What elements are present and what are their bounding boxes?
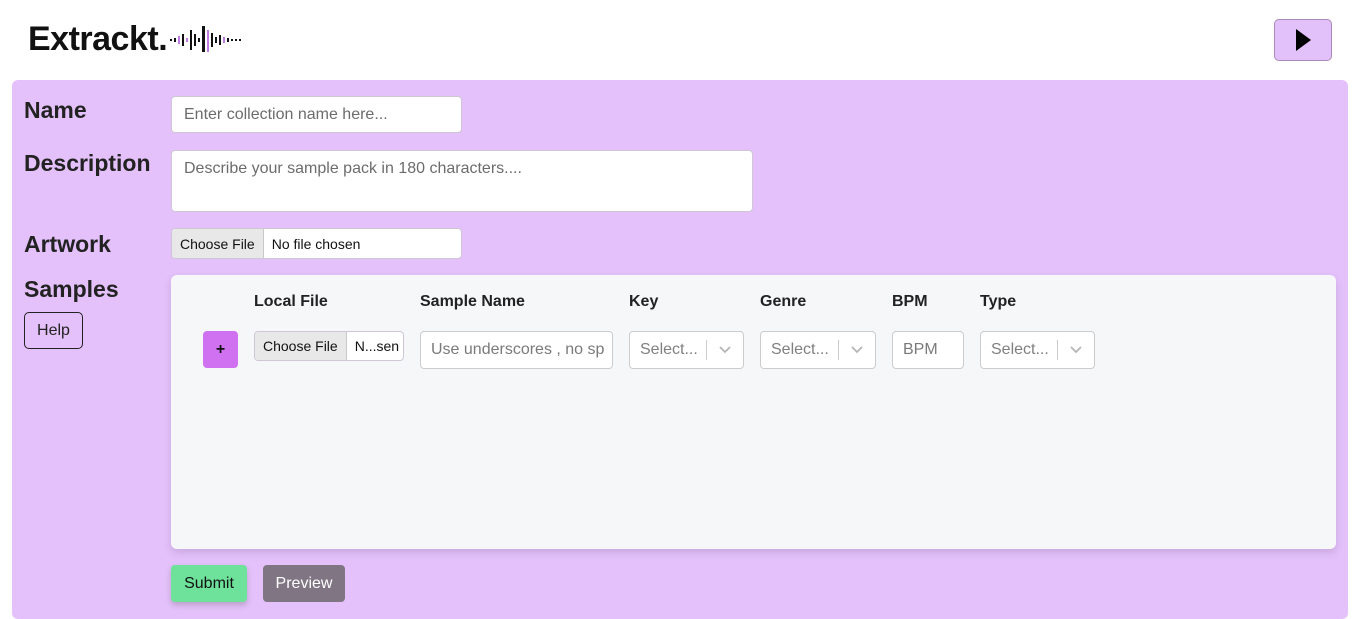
type-select[interactable]: Select...	[980, 331, 1095, 369]
artwork-choose-file-button[interactable]: Choose File	[172, 229, 264, 258]
sample-choose-file-button[interactable]: Choose File	[255, 332, 347, 360]
samples-label: Samples	[24, 276, 119, 302]
artwork-file-input[interactable]: Choose File No file chosen	[171, 228, 462, 259]
sample-file-status: N...sen	[354, 338, 400, 354]
collection-form: Name Description Artwork Choose File No …	[12, 80, 1348, 619]
type-select-value: Select...	[991, 341, 1049, 358]
column-sample-name: Sample Name	[420, 293, 525, 310]
sample-name-input[interactable]: Use underscores , no sp	[420, 331, 613, 369]
column-genre: Genre	[760, 293, 807, 310]
samples-table: Local File Sample Name Key Genre BPM Typ…	[171, 275, 1336, 549]
submit-button[interactable]: Submit	[171, 565, 247, 602]
column-key: Key	[629, 293, 659, 310]
add-sample-button[interactable]: +	[203, 331, 238, 368]
description-textarea[interactable]	[171, 150, 753, 212]
help-button[interactable]: Help	[24, 312, 83, 349]
preview-button[interactable]: Preview	[263, 565, 345, 602]
brand-title: Extrackt.	[28, 20, 168, 58]
description-label: Description	[24, 150, 151, 176]
waveform-icon	[170, 26, 241, 52]
bpm-placeholder: BPM	[903, 341, 938, 358]
key-select-value: Select...	[640, 341, 698, 358]
play-icon	[1296, 29, 1311, 51]
chevron-down-icon[interactable]	[1058, 345, 1094, 355]
artwork-label: Artwork	[24, 231, 111, 257]
name-label: Name	[24, 97, 87, 123]
column-bpm: BPM	[892, 293, 928, 310]
column-local-file: Local File	[254, 293, 328, 310]
play-button[interactable]	[1274, 19, 1332, 61]
bpm-input[interactable]: BPM	[892, 331, 964, 369]
key-select[interactable]: Select...	[629, 331, 744, 369]
column-type: Type	[980, 293, 1017, 310]
top-bar: Extrackt.	[0, 0, 1360, 80]
collection-name-input[interactable]	[171, 96, 462, 133]
sample-name-placeholder: Use underscores , no sp	[431, 341, 605, 358]
genre-select[interactable]: Select...	[760, 331, 876, 369]
chevron-down-icon[interactable]	[707, 345, 743, 355]
genre-select-value: Select...	[771, 341, 829, 358]
chevron-down-icon[interactable]	[839, 345, 875, 355]
artwork-file-status: No file chosen	[271, 235, 361, 252]
sample-file-input[interactable]: Choose File N...sen	[254, 331, 404, 361]
